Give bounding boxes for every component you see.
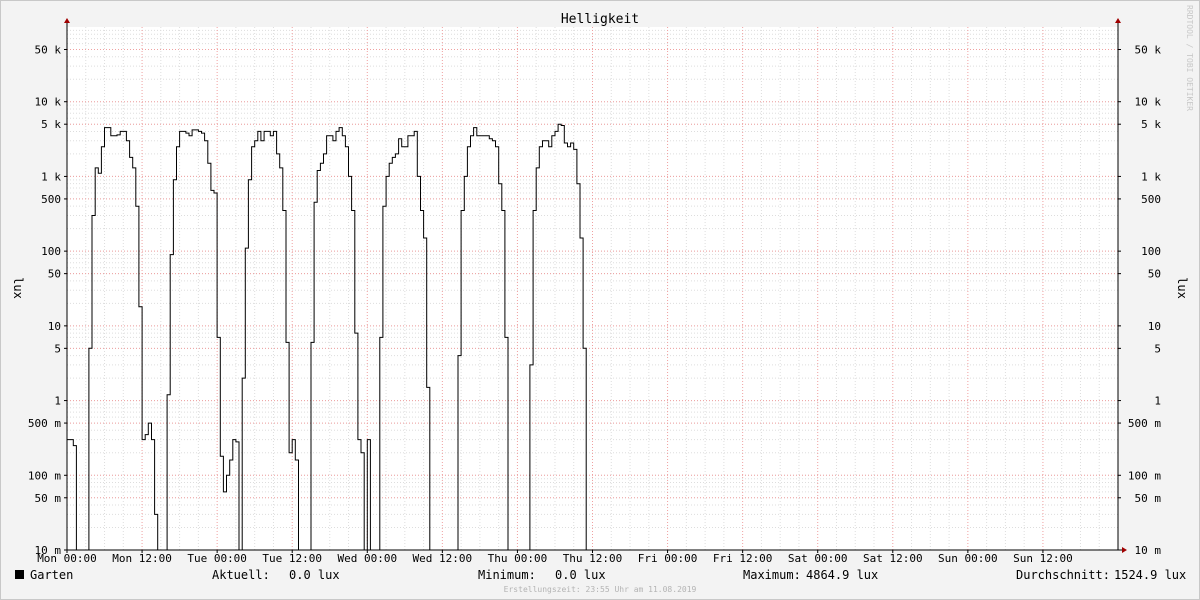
footer-timestamp: Erstellungszeit: 23:55 Uhr am 11.08.2019 — [504, 585, 697, 594]
y-tick-label: 10 — [1148, 320, 1161, 333]
y-tick-label: 500 m — [28, 417, 61, 430]
y-tick-label: 1 — [1154, 395, 1161, 408]
x-axis-arrow-icon — [1122, 547, 1127, 553]
x-tick-label: Wed 12:00 — [413, 552, 473, 565]
x-tick-label: Thu 12:00 — [563, 552, 623, 565]
stat-current-value: 0.0 lux — [289, 568, 340, 582]
y-tick-labels-left: 10 m50 m100 m500 m1510501005001 k5 k10 k… — [28, 43, 61, 557]
legend-series-name: Garten — [30, 568, 73, 582]
y-axis-arrow-icon — [64, 18, 70, 23]
x-tick-label: Mon 12:00 — [112, 552, 172, 565]
y-tick-label: 50 — [48, 268, 61, 281]
y-tick-label: 10 — [48, 320, 61, 333]
x-tick-label: Thu 00:00 — [488, 552, 548, 565]
x-tick-label: Sun 00:00 — [938, 552, 998, 565]
legend-swatch — [15, 570, 24, 579]
y-tick-label: 100 m — [1128, 469, 1161, 482]
stat-minimum-value: 0.0 lux — [555, 568, 606, 582]
stat-maximum-label: Maximum: — [743, 568, 801, 582]
y-tick-label: 10 m — [1135, 544, 1162, 557]
y-tick-label: 5 — [54, 342, 61, 355]
y-tick-labels-right: 10 m 50 m 100 m 500 m 1 5 10 50 100 500 1 k 5 k 10 k… — [1128, 43, 1161, 557]
y-tick-label: 10 k — [35, 96, 62, 109]
y-tick-label: 1 k — [41, 170, 61, 183]
y-axis-label-left: lux — [11, 277, 25, 299]
stat-average-value: 1524.9 lux — [1114, 568, 1186, 582]
y-tick-label: 500 — [41, 193, 61, 206]
x-tick-label: Fri 00:00 — [638, 552, 698, 565]
y-tick-label: 1 — [54, 395, 61, 408]
stat-maximum-value: 4864.9 lux — [806, 568, 878, 582]
y-tick-label: 500 m — [1128, 417, 1161, 430]
x-tick-label: Tue 00:00 — [187, 552, 247, 565]
x-tick-label: Sat 12:00 — [863, 552, 923, 565]
x-tick-labels: Mon 00:00 Mon 12:00 Tue 00:00 Tue 12:00 Wed … — [37, 552, 1073, 565]
y-tick-label: 50 — [1148, 268, 1161, 281]
chart: 10 m 50 m 100 m 500 m 1 5 10 50 100 500 1 k 5 k 10 k… — [11, 5, 1194, 594]
chart-title: Helligkeit — [561, 12, 639, 27]
y-tick-label: 5 k — [1141, 118, 1161, 131]
y-tick-label: 5 — [1154, 342, 1161, 355]
y-axis-label-right: lux — [1175, 277, 1189, 299]
x-tick-label: Fri 12:00 — [713, 552, 773, 565]
stat-minimum-label: Minimum: — [478, 568, 536, 582]
y-tick-label: 100 — [41, 245, 61, 258]
y-tick-label: 50 m — [1135, 492, 1162, 505]
x-tick-label: Tue 12:00 — [262, 552, 322, 565]
stat-current-label: Aktuell: — [212, 568, 270, 582]
y-tick-label: 50 k — [35, 43, 62, 56]
vendor-watermark: RRDTOOL / TOBI OETIKER — [1185, 5, 1194, 111]
x-tick-label: Sun 12:00 — [1013, 552, 1073, 565]
y-tick-label: 50 m — [35, 492, 62, 505]
y-axis-arrow-icon — [1115, 18, 1121, 23]
stat-average-label: Durchschnitt: — [1016, 568, 1110, 582]
x-tick-label: Sat 00:00 — [788, 552, 848, 565]
y-tick-label: 100 — [1141, 245, 1161, 258]
x-tick-label: Wed 00:00 — [337, 552, 397, 565]
y-tick-label: 10 k — [1135, 96, 1162, 109]
y-tick-label: 5 k — [41, 118, 61, 131]
y-tick-label: 50 k — [1135, 43, 1162, 56]
y-tick-label: 1 k — [1141, 170, 1161, 183]
y-tick-label: 100 m — [28, 469, 61, 482]
y-tick-label: 500 — [1141, 193, 1161, 206]
x-tick-label: Mon 00:00 — [37, 552, 97, 565]
